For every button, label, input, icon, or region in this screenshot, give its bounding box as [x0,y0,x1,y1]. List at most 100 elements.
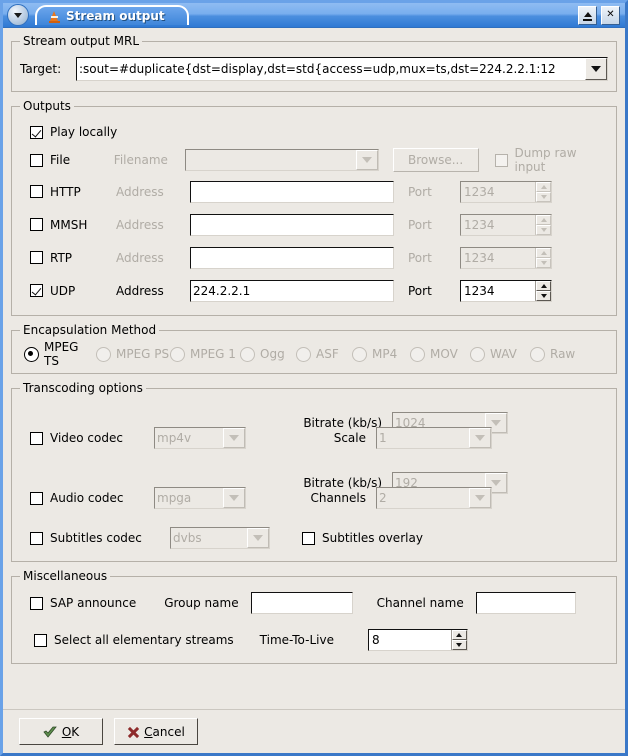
subtitles-codec-checkbox[interactable] [30,531,43,545]
subtitles-overlay-checkbox[interactable] [302,531,315,545]
filename-input[interactable] [186,150,355,170]
chevron-down-icon[interactable] [585,58,607,80]
group-name-input[interactable] [250,592,353,614]
select-all-streams-row: Select all elementary streams Time-To-Li… [20,625,608,655]
udp-address-label: Address [116,283,164,298]
chevron-down-icon[interactable] [469,428,491,448]
chevron-down-icon[interactable] [469,488,491,508]
radio-mpeg-ts[interactable] [24,346,39,362]
target-combo[interactable]: :sout=#duplicate{dst=display,dst=std{acc… [76,57,608,81]
shade-window-button[interactable] [578,5,597,25]
radio-ogg[interactable] [240,346,255,362]
play-locally-checkbox[interactable] [30,125,43,139]
select-all-streams-checkbox[interactable] [34,633,47,647]
spinner-down-icon[interactable] [451,640,467,650]
udp-port-value[interactable]: 1234 [461,281,535,301]
radio-asf[interactable] [296,346,311,362]
channel-name-input[interactable] [475,592,576,614]
ok-rest: K [71,724,80,739]
select-all-streams-label: Select all elementary streams [54,633,234,647]
mmsh-port-value[interactable]: 1234 [461,215,535,235]
ok-check-icon [43,726,57,738]
rtp-checkbox[interactable] [30,251,43,264]
video-scale-value[interactable]: 1 [377,428,469,448]
radio-mp4[interactable] [352,346,367,362]
http-checkbox[interactable] [30,185,43,198]
spinner-down-icon[interactable] [536,224,551,235]
sap-announce-checkbox[interactable] [30,596,43,610]
ttl-value[interactable]: 8 [369,630,451,650]
encap-option-mp4[interactable]: MP4 [352,346,410,362]
spinner-down-icon[interactable] [536,290,551,301]
spinner-up-icon[interactable] [536,247,551,258]
http-port-spinner[interactable]: 1234 [460,180,552,203]
udp-label: UDP [50,283,76,298]
encap-label-raw: Raw [550,347,576,361]
radio-raw[interactable] [530,346,545,362]
rtp-address-input[interactable] [190,246,394,269]
radio-mpeg-ps[interactable] [96,346,111,362]
encap-option-wav[interactable]: WAV [470,346,530,362]
encap-option-mpeg-ps[interactable]: MPEG PS [96,346,170,362]
channel-name-label: Channel name [376,596,464,610]
audio-codec-combo[interactable]: mpga [154,487,246,509]
udp-address-input[interactable]: 224.2.2.1 [190,279,394,302]
spinner-up-icon[interactable] [536,280,551,291]
spinner-up-icon[interactable] [536,214,551,225]
transcoding-legend: Transcoding options [23,381,143,395]
window-menu-icon[interactable] [7,4,29,26]
udp-checkbox[interactable] [30,284,43,297]
encap-option-ogg[interactable]: Ogg [240,346,296,362]
radio-mpeg-1[interactable] [170,346,185,362]
rtp-port-value[interactable]: 1234 [461,248,535,268]
target-input[interactable]: :sout=#duplicate{dst=display,dst=std{acc… [77,58,585,80]
subtitles-codec-value[interactable]: dvbs [171,528,247,548]
video-scale-combo[interactable]: 1 [376,427,492,449]
audio-codec-checkbox[interactable] [30,491,43,505]
file-checkbox[interactable] [30,153,43,167]
video-codec-value[interactable]: mp4v [155,428,223,448]
ttl-spinner[interactable]: 8 [367,629,468,651]
filename-combo[interactable] [185,149,379,171]
close-window-button[interactable]: ✕ [601,5,620,25]
encap-label-asf: ASF [316,347,339,361]
audio-codec-label: Audio codec [50,491,124,505]
cancel-button[interactable]: Cancel [114,718,198,745]
rtp-port-spinner[interactable]: 1234 [460,246,552,269]
encap-option-asf[interactable]: ASF [296,346,352,362]
spinner-down-icon[interactable] [536,257,551,268]
spinner-up-icon[interactable] [451,630,467,640]
mmsh-address-input[interactable] [190,213,394,236]
http-port-value[interactable]: 1234 [461,182,535,202]
radio-mov[interactable] [410,346,425,362]
video-codec-checkbox[interactable] [30,431,43,445]
audio-channels-value[interactable]: 2 [377,488,469,508]
mmsh-port-spinner[interactable]: 1234 [460,213,552,236]
spinner-down-icon[interactable] [536,191,551,202]
chevron-down-icon[interactable] [223,428,245,448]
video-codec-combo[interactable]: mp4v [154,427,246,449]
subtitles-codec-combo[interactable]: dvbs [170,527,270,549]
spinner-up-icon[interactable] [536,181,551,192]
encap-option-mpeg-ts[interactable]: MPEG TS [24,340,96,368]
radio-wav[interactable] [470,346,485,362]
audio-channels-combo[interactable]: 2 [376,487,492,509]
encapsulation-group: Encapsulation Method MPEG TS MPEG PS MPE… [11,323,617,374]
http-address-input[interactable] [190,180,394,203]
audio-codec-value[interactable]: mpga [155,488,223,508]
window-title-tab[interactable]: Stream output [35,5,189,25]
ok-button[interactable]: OK [19,718,103,745]
encap-option-raw[interactable]: Raw [530,346,576,362]
dump-raw-input-checkbox[interactable] [494,153,508,167]
udp-port-spinner[interactable]: 1234 [460,279,552,302]
chevron-down-icon[interactable] [355,150,378,170]
encap-option-mov[interactable]: MOV [410,346,470,362]
encap-label-mp4: MP4 [372,347,398,361]
browse-button[interactable]: Browse... [392,148,479,172]
encap-option-mpeg-1[interactable]: MPEG 1 [170,346,240,362]
mmsh-checkbox[interactable] [30,218,43,231]
rtp-label: RTP [50,250,73,265]
encap-label-ogg: Ogg [260,347,285,361]
chevron-down-icon[interactable] [247,528,269,548]
chevron-down-icon[interactable] [223,488,245,508]
